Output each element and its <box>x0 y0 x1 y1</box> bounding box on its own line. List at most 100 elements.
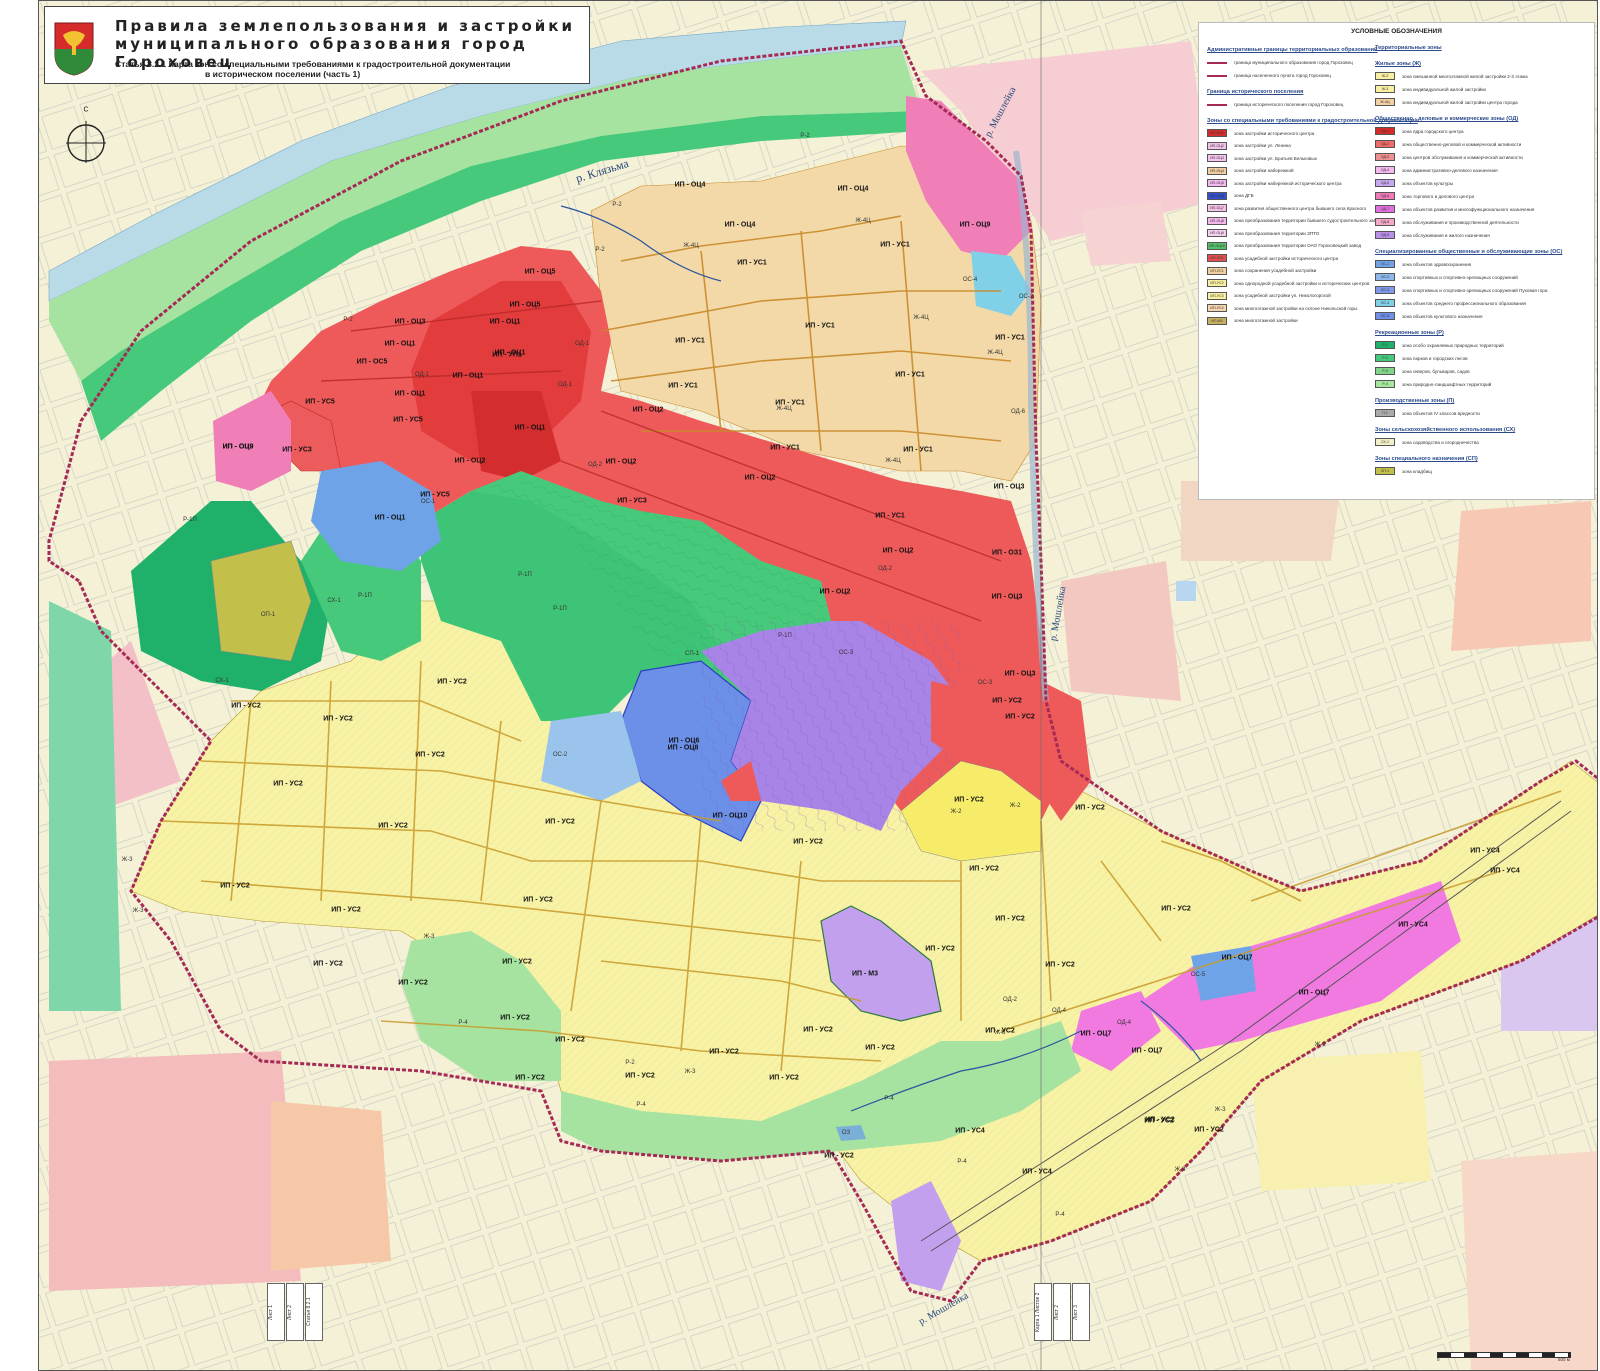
legend-item-text: зона кладбищ <box>1402 468 1432 474</box>
legend-item-text: зона административно-делового назначения <box>1402 167 1498 173</box>
legend-item-text: зона торгового и делового центра <box>1402 193 1475 199</box>
zone-label: ИП - ОЦ3 <box>991 593 1023 601</box>
scale-bar <box>1437 1352 1571 1358</box>
territorial-zone-label: ОС-2 <box>552 752 568 758</box>
legend-section-heading: Общественно - деловые и коммерческие зон… <box>1375 116 1519 122</box>
zone-label: ИП - УС2 <box>1045 961 1075 969</box>
zone-label: ИП - УС2 <box>969 865 999 873</box>
territorial-zone-label: Р-2 <box>612 202 622 208</box>
legend-swatch <box>1207 61 1227 65</box>
coat-of-arms-icon <box>54 22 94 76</box>
territorial-zone-label: Р-4 <box>957 1159 967 1165</box>
legend-swatch: ИП-ОЦ6 <box>1207 191 1227 200</box>
territorial-zone-label: Р-4 <box>458 1020 468 1026</box>
legend-item-text: граница муниципального образования город… <box>1234 59 1353 65</box>
territorial-zone-label: ОС-2 <box>1018 294 1034 300</box>
zone-label: ИП - ОЦ1 <box>374 514 406 522</box>
legend-section-heading: Зоны сельскохозяйственного использования… <box>1375 427 1516 433</box>
sheet-stamp: Карта 1 Листов 2 <box>1034 1283 1052 1341</box>
zone-label: ИП - УС4 <box>1398 921 1428 929</box>
legend-row: ОД-4 зона административно-делового назнач… <box>1375 165 1498 175</box>
legend-swatch: ИП-ОЦ2 <box>1207 141 1227 150</box>
zone-label: ИП - УС2 <box>865 1044 895 1052</box>
territorial-zone-label: ОЗ <box>841 1130 851 1136</box>
territorial-zone-label: Р-2 <box>625 1060 635 1066</box>
legend-row: Р-4 зона природно-ландшафтных территорий <box>1375 379 1491 389</box>
legend-swatch: ОД-5 <box>1375 179 1395 187</box>
territorial-zone-label: Р-1П <box>518 572 532 578</box>
zone-label: ИП - УС2 <box>1161 905 1191 913</box>
legend-item-text: зона индивидуальной жилой застройки <box>1402 86 1486 92</box>
legend-row: ОС-4 зона объектов среднего профессиональ… <box>1375 298 1526 308</box>
legend-item-text: зона застройки ул. Ленина <box>1234 143 1291 148</box>
zone-label: ИП - УС1 <box>737 259 767 267</box>
territorial-zone-label: ОД-6 <box>1011 409 1025 415</box>
zone-label: ИП - УС2 <box>995 915 1025 923</box>
zone-label: ИП - УС1 <box>805 322 835 330</box>
territorial-zone-label: Ж-3 <box>1314 1042 1326 1048</box>
legend-row: ИП-ОЦ6 зона ДГБ <box>1207 191 1254 201</box>
zone-label: ИП - УС2 <box>769 1074 799 1082</box>
zone-label: ИП - УС1 <box>668 382 698 390</box>
legend-swatch: ИП-ОЦ10 <box>1207 241 1227 250</box>
zone-label: ИП - УС2 <box>545 818 575 826</box>
legend-row: Р-1 зона особо охраняемых природных терри… <box>1375 340 1504 350</box>
territorial-zone-label: ОД-1 <box>558 382 572 388</box>
outside-zone-blue <box>1176 581 1196 601</box>
zone-label: ИП - ОЦ7 <box>1080 1030 1112 1038</box>
zone-label: ИП - ОЗ1 <box>991 549 1023 557</box>
sheet-stamp: Лист 3 <box>1072 1283 1090 1341</box>
outside-zone-pink <box>1081 201 1171 266</box>
north-arrow-icon <box>66 121 106 163</box>
zone-label: ИП - УС2 <box>231 702 261 710</box>
zone-label: ИП - ОЦ7 <box>1131 1047 1163 1055</box>
legend-row: ОД-7 зона объектов развития и многофункци… <box>1375 204 1534 214</box>
legend-item-text: зона развития общественного центра бывше… <box>1234 205 1367 211</box>
outside-zone-pink <box>49 1051 301 1291</box>
legend-swatch: Р-3 <box>1375 367 1395 375</box>
legend-section-heading: Зоны специального назначения (СП) <box>1375 456 1478 462</box>
territorial-zone-label: ОД-2 <box>878 566 892 572</box>
zone-label: ИП - ОЦ4 <box>837 185 869 193</box>
territorial-zone-label: ОД-2 <box>1003 997 1017 1003</box>
territorial-zone-label: Ж-3 <box>684 1069 696 1075</box>
legend-item-text: зона ДГБ <box>1234 193 1254 198</box>
legend-item-text: зона объектов культового назначения <box>1402 313 1483 319</box>
zone-label: ИП - ОЦ8 <box>667 744 699 752</box>
legend-row: ИП-М3 зона многоэтажной застройки <box>1207 316 1298 326</box>
legend-row: ИП-ОЦ3 зона застройки ул. Братьев Бельков… <box>1207 153 1317 163</box>
zone-label: ИП - ОЦ10 <box>712 812 748 820</box>
legend-swatch: Ж-4Ц <box>1375 98 1395 106</box>
zone-label: ИП - УС2 <box>502 958 532 966</box>
zone-label: ИП - УС5 <box>420 491 450 499</box>
territorial-zone-label: ОП-1 <box>260 612 276 618</box>
zone-label: ИП - УС2 <box>1145 1116 1175 1124</box>
legend-swatch: ОД-8 <box>1375 218 1395 226</box>
legend-row: ИП-ОЦ1 зона застройки исторического центр… <box>1207 128 1314 138</box>
legend-item-text: граница населенного пункта город Горохов… <box>1234 72 1331 78</box>
zone-label: ИП - УС2 <box>793 838 823 846</box>
legend-item-text: зона объектов здравоохранения <box>1402 261 1472 267</box>
zone-label: ИП - УП1 <box>492 351 522 359</box>
legend-row: ОД-9 зона обслуживания и жилого назначени… <box>1375 230 1490 240</box>
zone-label: ИП - УС2 <box>331 906 361 914</box>
territorial-zone-label: Р-1П <box>778 633 792 639</box>
territorial-zone-label: Ж-3 <box>994 1030 1006 1036</box>
legend-swatch: Ж-3 <box>1375 85 1395 93</box>
zone-label: ИП - ОЦ9 <box>222 443 254 451</box>
legend-row: ОД-6 зона торгового и делового центра <box>1375 191 1474 201</box>
territorial-zone-label: Ж-4Ц <box>885 458 901 464</box>
zone-label: ИП - УС1 <box>875 512 905 520</box>
legend-item-text: зона центров обслуживания и коммерческой… <box>1402 154 1523 160</box>
zone-label: ИП - ОЦ2 <box>882 547 914 555</box>
zone-label: ИП - УС3 <box>617 497 647 505</box>
territorial-zone-label: Ж-2 <box>950 809 962 815</box>
legend-row: ИП-УС2 зона однородной усадебной застройк… <box>1207 278 1369 288</box>
legend-row: ИП-ОЦ8 зона преобразования территории быв… <box>1207 216 1384 226</box>
legend-item-text: зона спортивных и спортивно-зрелищных со… <box>1402 274 1518 280</box>
legend-section-heading: Специализированные общественные и обслуж… <box>1375 249 1563 255</box>
legend-item-text: зона объектов развития и многофункционал… <box>1402 206 1535 212</box>
territorial-zone-label: Ж-4Ц <box>987 350 1003 356</box>
legend-item-text: зона ядра городского центра <box>1402 128 1464 134</box>
legend-item-text: зона скверов, бульваров, садов <box>1402 368 1470 374</box>
